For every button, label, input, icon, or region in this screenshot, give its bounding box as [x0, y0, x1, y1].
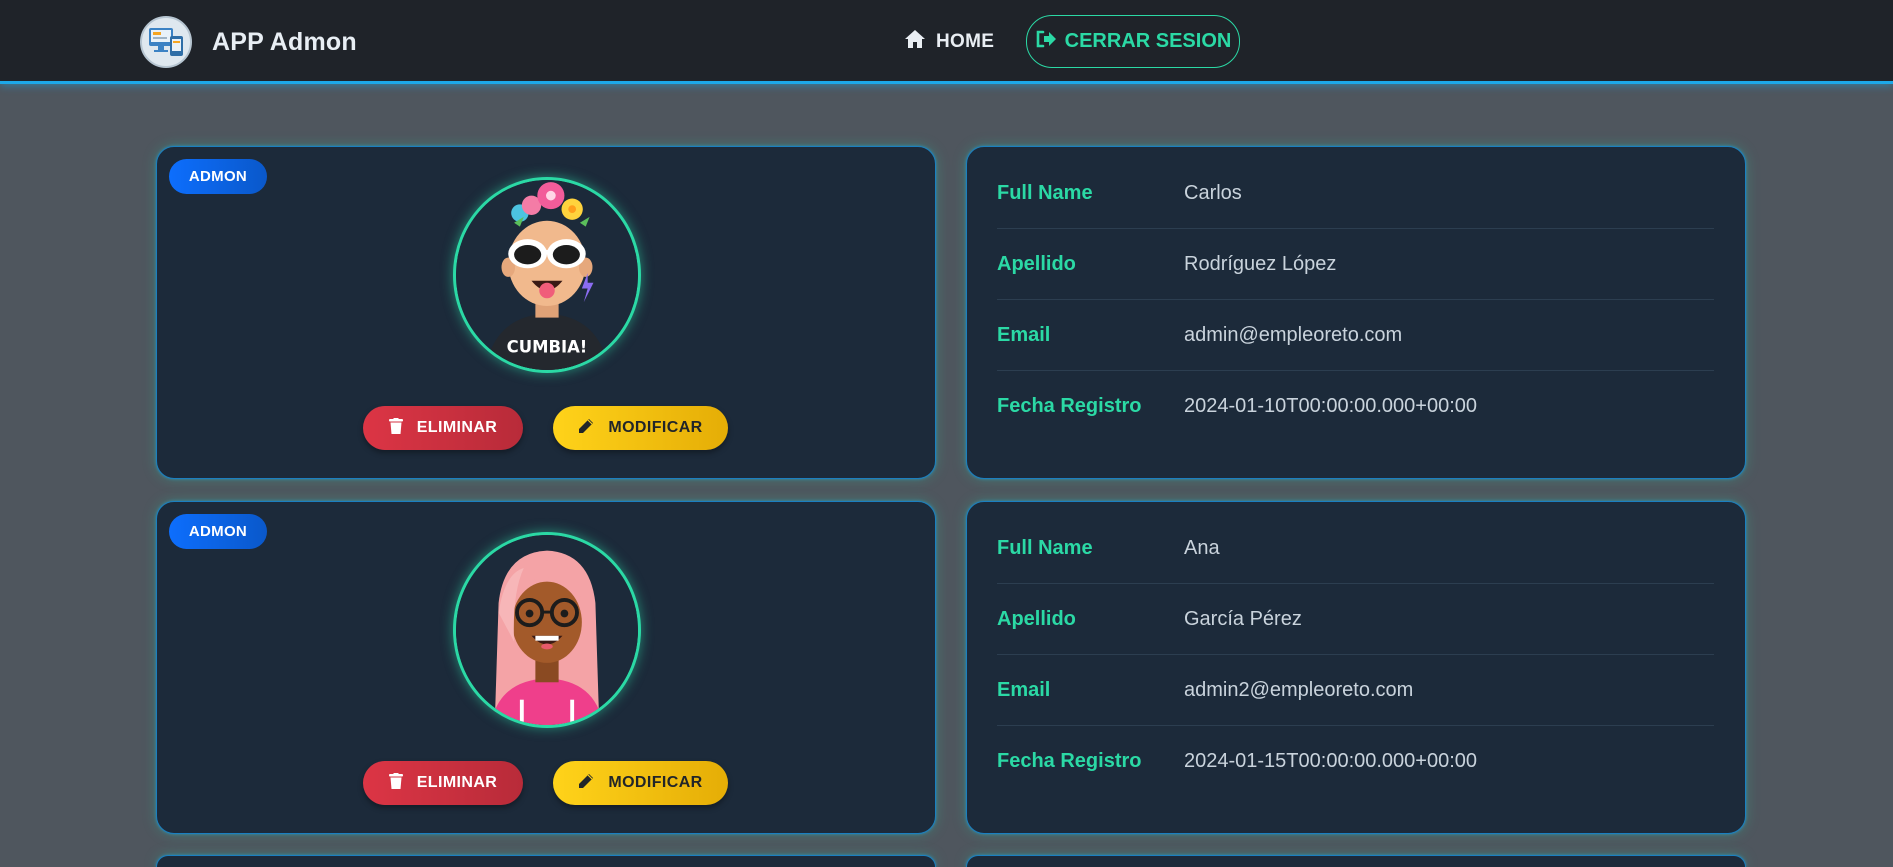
info-row-full-name: Full Name Carlos: [997, 158, 1714, 229]
info-row-apellido: Apellido Rodríguez López: [997, 229, 1714, 300]
logout-button[interactable]: CERRAR SESION: [1026, 15, 1240, 68]
brand-title: APP Admon: [212, 27, 357, 56]
pencil-icon: [578, 773, 594, 794]
info-label: Email: [997, 323, 1051, 346]
role-badge: ADMON: [169, 159, 267, 194]
user-profile-card: ADMON ELIMINAR MODIFICAR: [156, 501, 936, 834]
delete-button[interactable]: ELIMINAR: [363, 761, 523, 805]
modify-button[interactable]: MODIFICAR: [553, 761, 728, 805]
user-avatar: [453, 532, 641, 728]
logout-label: CERRAR SESION: [1064, 30, 1232, 52]
info-row-fecha-registro: Fecha Registro 2024-01-15T00:00:00.000+0…: [997, 726, 1714, 797]
info-value: admin2@empleoreto.com: [1184, 678, 1414, 701]
info-value: García Pérez: [1184, 607, 1302, 630]
user-avatar: CUMBIA!: [453, 177, 641, 373]
info-value: admin@empleoreto.com: [1184, 323, 1403, 346]
info-label: Fecha Registro: [997, 395, 1142, 417]
info-value: Carlos: [1184, 181, 1242, 204]
user-profile-card: [156, 855, 936, 867]
modify-label: MODIFICAR: [608, 419, 703, 436]
info-row-apellido: Apellido García Pérez: [997, 584, 1714, 655]
delete-button[interactable]: ELIMINAR: [363, 406, 523, 450]
trash-icon: [388, 417, 403, 439]
info-row-fecha-registro: Fecha Registro 2024-01-10T00:00:00.000+0…: [997, 371, 1714, 442]
info-label: Fecha Registro: [997, 750, 1142, 772]
sign-out-icon: [1035, 29, 1057, 55]
role-badge: ADMON: [169, 514, 267, 549]
info-row-email: Email admin@empleoreto.com: [997, 300, 1714, 371]
info-value: 2024-01-15T00:00:00.000+00:00: [1184, 750, 1478, 772]
user-info-card: Full Name Carlos Apellido Rodríguez Lópe…: [966, 146, 1746, 479]
trash-icon: [388, 772, 403, 794]
delete-label: ELIMINAR: [416, 774, 498, 791]
info-label: Email: [997, 678, 1051, 701]
info-label: Apellido: [997, 607, 1076, 630]
svg-text:CUMBIA!: CUMBIA!: [507, 337, 588, 356]
modify-label: MODIFICAR: [608, 774, 703, 791]
user-info-card: [966, 855, 1746, 867]
user-info-card: Full Name Ana Apellido García Pérez Emai…: [966, 501, 1746, 834]
nav-home-link[interactable]: HOME: [904, 25, 994, 59]
modify-button[interactable]: MODIFICAR: [553, 406, 728, 450]
nav-home-label: HOME: [936, 31, 995, 52]
user-profile-card: ADMON CUMBIA! ELIMINAR MODIFICAR: [156, 146, 936, 479]
info-value: Ana: [1184, 536, 1220, 559]
info-value: Rodríguez López: [1184, 252, 1337, 275]
app-logo-icon: [140, 16, 192, 68]
home-icon: [904, 29, 926, 55]
info-value: 2024-01-10T00:00:00.000+00:00: [1184, 395, 1478, 417]
navbar: APP Admon HOME CERRAR SESION: [0, 0, 1893, 84]
info-label: Full Name: [997, 536, 1093, 559]
info-label: Full Name: [997, 181, 1093, 204]
info-label: Apellido: [997, 252, 1076, 275]
info-row-full-name: Full Name Ana: [997, 513, 1714, 584]
info-row-email: Email admin2@empleoreto.com: [997, 655, 1714, 726]
pencil-icon: [578, 418, 594, 439]
delete-label: ELIMINAR: [416, 419, 498, 436]
brand[interactable]: APP Admon: [140, 16, 357, 68]
